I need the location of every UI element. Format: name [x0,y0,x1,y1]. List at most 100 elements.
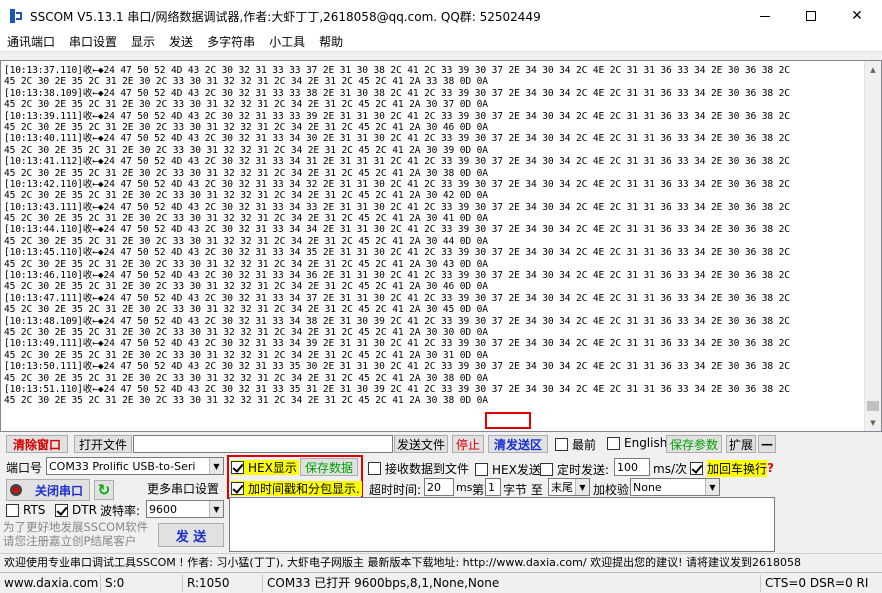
receive-line: 45 2C 30 2E 35 2C 31 2E 30 2C 33 30 31 3… [4,99,488,111]
add-crlf-box [690,462,703,475]
timed-send-input[interactable]: 100 [614,458,650,476]
close-port-button[interactable]: 关闭串口 [6,479,90,501]
menu-help[interactable]: 帮助 [312,33,350,50]
send-file-button[interactable]: 发送文件 [394,435,448,453]
menu-comm-port[interactable]: 通讯端口 [0,33,62,50]
receive-line: [10:13:38.109]收←◆24 47 50 52 4D 43 2C 30… [4,87,790,99]
menu-display[interactable]: 显示 [124,33,162,50]
open-file-button[interactable]: 打开文件 [74,435,132,453]
close-icon: ✕ [851,8,863,24]
send-button[interactable]: 发 送 [158,523,224,547]
rts-checkbox[interactable]: RTS [6,503,45,517]
file-path-input[interactable] [133,435,393,453]
menu-tools[interactable]: 小工具 [262,33,312,50]
info-ticker: 欢迎使用专业串口调试工具SSCOM ! 作者: 习小猛(丁丁), 大虾电子网版主… [0,553,882,570]
english-checkbox[interactable]: English [607,436,667,450]
window-title: SSCOM V5.13.1 串口/网络数据调试器,作者:大虾丁丁,2618058… [30,9,541,24]
add-crlf-label: 加回车换行 [707,460,768,477]
receive-line: 45 2C 30 2E 35 2C 31 2E 30 2C 33 30 31 3… [4,372,488,384]
receive-line: [10:13:46.110]收←◆24 47 50 52 4D 43 2C 30… [4,270,790,282]
minimize-icon [760,15,770,17]
front-most-box [555,438,568,451]
close-button[interactable]: ✕ [834,0,880,32]
vertical-scrollbar[interactable]: ▲ ▼ [864,61,881,431]
timeout-input[interactable]: 20 [424,478,454,496]
receive-line: [10:13:39.111]收←◆24 47 50 52 4D 43 2C 30… [4,110,790,122]
dtr-checkbox[interactable]: DTR [55,503,97,517]
maximize-button[interactable] [788,0,834,32]
byte-start-input[interactable]: 1 [485,478,501,496]
send-text-area[interactable] [229,497,775,552]
front-most-label: 最前 [572,438,597,452]
status-sent-count: S:0 [100,575,124,592]
receive-line: [10:13:37.110]收←◆24 47 50 52 4D 43 2C 30… [4,65,790,76]
receive-window[interactable]: [10:13:37.110]收←◆24 47 50 52 4D 43 2C 30… [0,60,882,432]
port-select-value: COM33 Prolific USB-to-Seri [49,459,196,473]
receive-line: 45 2C 30 2E 35 2C 31 2E 30 2C 33 30 31 3… [4,213,488,225]
clear-window-button[interactable]: 清除窗口 [6,435,68,453]
receive-line: [10:13:47.111]收←◆24 47 50 52 4D 43 2C 30… [4,292,790,304]
rts-label: RTS [23,503,46,517]
receive-line: [10:13:50.111]收←◆24 47 50 52 4D 43 2C 30… [4,361,790,373]
refresh-port-button[interactable]: ↻ [94,480,114,500]
front-most-checkbox[interactable]: 最前 [555,436,596,453]
recv-to-file-box [368,462,381,475]
status-signals: CTS=0 DSR=0 RI [760,575,868,592]
menu-bar: 通讯端口 串口设置 显示 发送 多字符串 小工具 帮助 [0,32,882,52]
help-icon[interactable]: ? [767,461,774,475]
chevron-down-icon: ▼ [209,458,223,474]
hex-send-label: HEX发送 [492,463,541,477]
receive-line: 45 2C 30 2E 35 2C 31 2E 30 2C 33 30 31 3… [4,76,488,88]
port-select[interactable]: COM33 Prolific USB-to-Seri ▼ [46,457,224,475]
clear-send-button[interactable]: 清发送区 [488,435,548,453]
chevron-down-icon: ▼ [575,479,589,495]
baud-label: 波特率: [100,504,141,518]
receive-line: [10:13:43.111]收←◆24 47 50 52 4D 43 2C 30… [4,201,790,213]
add-crlf-checkbox[interactable]: 加回车换行 [690,460,768,477]
checksum-label: 加校验 [593,483,630,497]
hex-send-checkbox[interactable]: HEX发送 [475,461,541,478]
status-bar: www.daxia.com S:0 R:1050 COM33 已打开 9600b… [0,572,882,593]
stop-button[interactable]: 停止 [452,435,484,453]
scroll-thumb[interactable] [867,401,879,411]
scroll-up-icon[interactable]: ▲ [865,61,881,78]
status-website[interactable]: www.daxia.com [0,575,98,592]
end-select-value: 末尾 [551,481,573,494]
receive-line: 45 2C 30 2E 35 2C 31 2E 30 2C 33 30 31 3… [4,304,488,316]
byte-label-1: 第 [472,483,485,497]
hex-send-box [475,463,488,476]
receive-line: 45 2C 30 2E 35 2C 31 2E 30 2C 33 30 31 3… [4,144,488,156]
menu-send[interactable]: 发送 [162,33,200,50]
baud-select[interactable]: 9600 ▼ [146,500,224,518]
receive-line: [10:13:45.110]收←◆24 47 50 52 4D 43 2C 30… [4,247,790,259]
collapse-button[interactable]: — [758,435,776,453]
save-params-button[interactable]: 保存参数 [666,435,722,453]
timestamp-checkbox[interactable]: 加时间戳和分包显示. [231,481,362,496]
rts-box [6,503,19,517]
expand-button[interactable]: 扩展 [726,435,756,453]
menu-serial-settings[interactable]: 串口设置 [62,33,124,50]
receive-line: 45 2C 30 2E 35 2C 31 2E 30 2C 33 30 31 3… [4,190,488,202]
menu-multi-string[interactable]: 多字符串 [200,33,262,50]
timestamp-label: 加时间戳和分包显示. [248,482,360,496]
end-select[interactable]: 末尾 ▼ [548,478,590,496]
timeout-label: 超时时间: [369,483,422,497]
more-settings-label[interactable]: 更多串口设置 [147,480,219,497]
promo-text[interactable]: 为了更好地发展SSCOM软件 请您注册嘉立创P结尾客户 [3,520,148,548]
timed-send-checkbox[interactable]: 定时发送: [540,461,609,478]
checksum-select[interactable]: None ▼ [630,478,720,496]
timestamp-box [231,482,244,495]
minimize-button[interactable] [742,0,788,32]
status-received-count: R:1050 [182,575,230,592]
timed-send-box [540,463,553,476]
timeout-unit-label: ms [456,481,473,494]
scroll-down-icon[interactable]: ▼ [865,414,881,431]
receive-line: [10:13:48.109]收←◆24 47 50 52 4D 43 2C 30… [4,315,790,327]
port-label: 端口号 [6,461,43,475]
recv-to-file-checkbox[interactable]: 接收数据到文件 [368,460,469,477]
baud-value: 9600 [149,502,177,516]
receive-text: [10:13:37.110]收←◆24 47 50 52 4D 43 2C 30… [4,65,862,407]
dtr-box [55,503,68,517]
chevron-down-icon: ▼ [705,479,719,495]
byte-label-2: 字节 至 [503,483,543,497]
